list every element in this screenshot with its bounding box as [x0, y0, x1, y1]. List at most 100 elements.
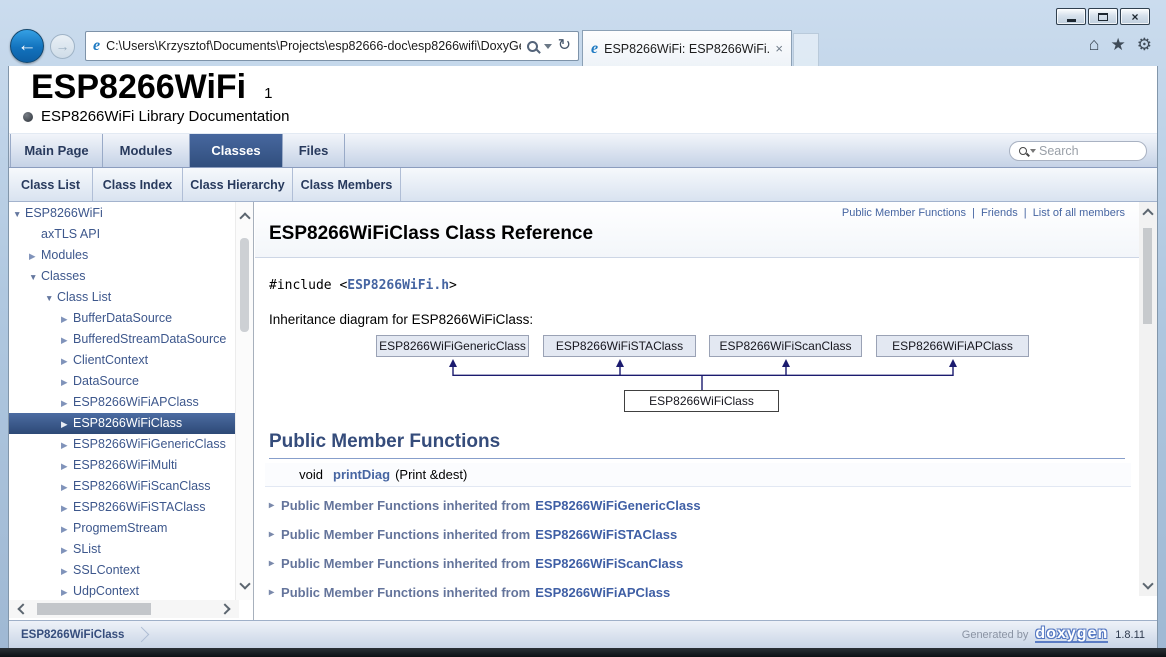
sidebar-item-datasource[interactable]: DataSource	[9, 371, 235, 392]
sidebar-horizontal-scrollbar[interactable]	[9, 600, 239, 618]
doxygen-page: ESP8266WiFi1 ESP8266WiFi Library Documen…	[8, 66, 1158, 648]
inherited-class-link[interactable]: ESP8266WiFiSTAClass	[535, 527, 677, 542]
tab-favicon: e	[591, 41, 598, 57]
tab-files[interactable]: Files	[283, 134, 345, 167]
sidebar-item-class-list[interactable]: Class List	[9, 287, 235, 308]
tree-expander-icon[interactable]	[61, 414, 73, 435]
sidebar-item-slist[interactable]: SList	[9, 539, 235, 560]
sidebar-item-esp8266wifistaclass[interactable]: ESP8266WiFiSTAClass	[9, 497, 235, 518]
close-button[interactable]: ×	[1120, 8, 1150, 25]
inherited-section-scanclass[interactable]: ▸ Public Member Functions inherited from…	[265, 549, 1131, 578]
sidebar-item-udpcontext[interactable]: UdpContext	[9, 581, 235, 602]
inherited-section-apclass[interactable]: ▸ Public Member Functions inherited from…	[265, 578, 1131, 607]
chevron-down-icon[interactable]	[544, 44, 552, 49]
diagram-node-staclass[interactable]: ESP8266WiFiSTAClass	[543, 335, 696, 357]
doc-search-input[interactable]	[1039, 144, 1137, 158]
tree-expander-icon[interactable]	[61, 330, 73, 351]
minimize-button[interactable]	[1056, 8, 1086, 25]
sidebar-item-esp8266wifiscanclass[interactable]: ESP8266WiFiScanClass	[9, 476, 235, 497]
scrollbar-thumb[interactable]	[240, 238, 249, 332]
sidebar-item-sslcontext[interactable]: SSLContext	[9, 560, 235, 581]
inherited-class-link[interactable]: ESP8266WiFiAPClass	[535, 585, 670, 600]
tab-close-icon[interactable]: ×	[775, 41, 783, 56]
link-friends[interactable]: Friends	[981, 207, 1018, 219]
summary-links: Public Member Functions | Friends | List…	[269, 207, 1125, 219]
scroll-up-icon[interactable]	[1142, 208, 1153, 219]
tree-expander-icon[interactable]	[61, 498, 73, 519]
tab-class-list[interactable]: Class List	[9, 168, 93, 201]
sidebar-item-modules[interactable]: Modules	[9, 245, 235, 266]
sidebar-item-clientcontext[interactable]: ClientContext	[9, 350, 235, 371]
sidebar-item-bufferdatasource[interactable]: BufferDataSource	[9, 308, 235, 329]
maximize-button[interactable]	[1088, 8, 1118, 25]
home-icon[interactable]: ⌂	[1089, 35, 1100, 53]
link-public-member-functions[interactable]: Public Member Functions	[842, 207, 966, 219]
tab-classes[interactable]: Classes	[190, 134, 283, 167]
scroll-left-icon[interactable]	[17, 603, 28, 614]
scroll-down-icon[interactable]	[1142, 578, 1153, 589]
sidebar-item-esp8266wifigenericclass[interactable]: ESP8266WiFiGenericClass	[9, 434, 235, 455]
sidebar-item-classes[interactable]: Classes	[9, 266, 235, 287]
search-icon[interactable]	[527, 41, 538, 52]
tree-expander-icon[interactable]	[61, 519, 73, 540]
tab-class-members[interactable]: Class Members	[293, 168, 401, 201]
inherited-class-link[interactable]: ESP8266WiFiScanClass	[535, 556, 683, 571]
tree-expander-icon[interactable]	[61, 456, 73, 477]
scrollbar-thumb[interactable]	[37, 603, 151, 615]
content-vertical-scrollbar[interactable]	[1139, 202, 1157, 596]
tree-expander-icon[interactable]	[45, 288, 57, 309]
scroll-right-icon[interactable]	[219, 603, 230, 614]
sidebar-item-bufferedstreamdatasource[interactable]: BufferedStreamDataSource	[9, 329, 235, 350]
back-button[interactable]: ←	[10, 29, 44, 63]
scroll-down-icon[interactable]	[239, 578, 250, 589]
scrollbar-thumb[interactable]	[1143, 228, 1152, 324]
tree-expander-icon[interactable]	[61, 540, 73, 561]
tree-expander-icon[interactable]	[61, 393, 73, 414]
chevron-down-icon[interactable]	[1030, 149, 1036, 153]
doc-search-box[interactable]	[1009, 141, 1147, 161]
tree-expander-icon[interactable]	[61, 435, 73, 456]
sidebar-item-axtls-api[interactable]: axTLS API	[9, 224, 235, 245]
tab-class-hierarchy[interactable]: Class Hierarchy	[183, 168, 293, 201]
diagram-node-scanclass[interactable]: ESP8266WiFiScanClass	[709, 335, 862, 357]
tab-class-index[interactable]: Class Index	[93, 168, 183, 201]
sidebar-divider[interactable]	[253, 202, 254, 620]
breadcrumb[interactable]: ESP8266WiFiClass	[21, 629, 124, 641]
gear-icon[interactable]: ⚙	[1137, 36, 1152, 53]
favorites-star-icon[interactable]: ★	[1111, 36, 1126, 53]
diagram-node-apclass[interactable]: ESP8266WiFiAPClass	[876, 335, 1029, 357]
tree-expander-icon[interactable]	[61, 477, 73, 498]
tab-main-page[interactable]: Main Page	[10, 134, 103, 167]
tree-expander-icon[interactable]	[29, 246, 41, 267]
sidebar-item-esp8266wificlass[interactable]: ESP8266WiFiClass	[9, 413, 235, 434]
browser-tab[interactable]: e ESP8266WiFi: ESP8266WiFi... ×	[582, 30, 792, 66]
sidebar-item-esp8266wifiapclass[interactable]: ESP8266WiFiAPClass	[9, 392, 235, 413]
separator: |	[1024, 207, 1027, 219]
sidebar-item-esp8266wifi[interactable]: ESP8266WiFi	[9, 203, 235, 224]
tab-modules[interactable]: Modules	[103, 134, 190, 167]
inherited-class-link[interactable]: ESP8266WiFiGenericClass	[535, 498, 700, 513]
forward-button[interactable]: →	[50, 34, 75, 59]
link-list-of-all-members[interactable]: List of all members	[1033, 207, 1125, 219]
refresh-icon[interactable]: ↻	[558, 38, 571, 54]
inheritance-caption: Inheritance diagram for ESP8266WiFiClass…	[269, 312, 1139, 327]
tree-expander-icon[interactable]	[61, 351, 73, 372]
doxygen-logo[interactable]: doxygen	[1035, 626, 1108, 643]
sidebar-item-progmemstream[interactable]: ProgmemStream	[9, 518, 235, 539]
tree-expander-icon[interactable]	[29, 267, 41, 288]
member-name-link[interactable]: printDiag	[333, 467, 390, 482]
diagram-node-genericclass[interactable]: ESP8266WiFiGenericClass	[376, 335, 529, 357]
new-tab-button[interactable]	[793, 33, 819, 66]
inherited-section-genericclass[interactable]: ▸ Public Member Functions inherited from…	[265, 491, 1131, 520]
address-bar[interactable]: e ↻	[85, 31, 579, 61]
sidebar-item-esp8266wifimulti[interactable]: ESP8266WiFiMulti	[9, 455, 235, 476]
tree-expander-icon[interactable]	[61, 561, 73, 582]
tree-expander-icon[interactable]	[13, 204, 25, 225]
tree-expander-icon[interactable]	[61, 309, 73, 330]
scroll-up-icon[interactable]	[239, 212, 250, 223]
url-input[interactable]	[106, 39, 520, 53]
inherited-section-staclass[interactable]: ▸ Public Member Functions inherited from…	[265, 520, 1131, 549]
include-file-link[interactable]: ESP8266WiFi.h	[347, 278, 449, 293]
tree-expander-icon[interactable]	[61, 372, 73, 393]
sidebar-vertical-scrollbar[interactable]	[235, 202, 253, 600]
